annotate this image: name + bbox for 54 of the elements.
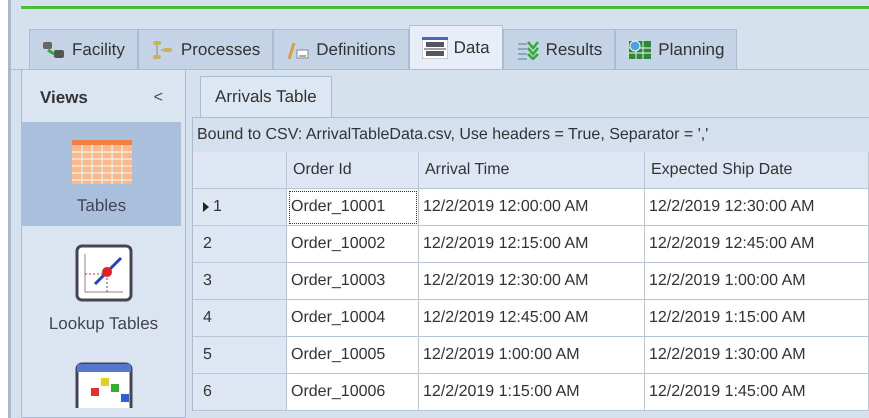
table-cell: 12/2/2019 12:30:00 AM [419, 263, 645, 300]
checkmarks-icon [516, 40, 540, 60]
calendar-icon [628, 40, 652, 60]
table-cell: 12/2/2019 12:00:00 AM [419, 189, 645, 226]
table-cell: 12/2/2019 1:15:00 AM [419, 374, 645, 411]
column-header[interactable]: Order Id [287, 152, 419, 189]
row-header[interactable]: 3 [193, 263, 287, 300]
numbers-icon [422, 37, 448, 59]
table-cell: 12/2/2019 12:15:00 AM [419, 226, 645, 263]
ribbon-tab[interactable]: Facility [29, 29, 138, 70]
pencil-icon [286, 40, 310, 60]
row-number: 2 [203, 235, 212, 253]
table-cell: Order_10002 [287, 226, 419, 263]
collapse-button[interactable]: < [154, 89, 163, 107]
panel-title: Views [40, 88, 88, 108]
table-cell: Order_10004 [287, 300, 419, 337]
ribbon-tab[interactable]: Results [502, 29, 616, 70]
ribbon-tab[interactable]: Definitions [273, 29, 409, 70]
row-header[interactable]: 6 [193, 374, 287, 411]
table-cell: 12/2/2019 1:30:00 AM [645, 337, 869, 374]
table-cell: 12/2/2019 1:00:00 AM [419, 337, 645, 374]
line-graph-icon [74, 244, 132, 302]
row-number: 6 [203, 383, 212, 401]
view-item[interactable]: Lookup Tables [22, 226, 185, 344]
row-header[interactable]: 1 [193, 189, 287, 226]
table-cell: 12/2/2019 1:00:00 AM [645, 263, 869, 300]
table-cell: 12/2/2019 12:45:00 AM [419, 300, 645, 337]
row-header[interactable]: 4 [193, 300, 287, 337]
table-cell: Order_10006 [287, 374, 419, 411]
table-grid-icon [72, 140, 132, 184]
row-number: 1 [213, 198, 222, 216]
row-header[interactable]: 2 [193, 226, 287, 263]
ribbon-tab[interactable]: Planning [615, 29, 738, 70]
column-header[interactable]: Expected Ship Date [645, 152, 869, 189]
column-header[interactable]: Arrival Time [419, 152, 645, 189]
table-cell: 12/2/2019 12:45:00 AM [645, 226, 869, 263]
machines-icon [42, 40, 66, 60]
row-number: 4 [203, 309, 212, 327]
document-tab[interactable]: Arrivals Table [200, 76, 332, 117]
table-cell: Order_10005 [287, 337, 419, 374]
table-cell: Order_10001 [287, 189, 419, 226]
row-number: 5 [203, 346, 212, 364]
view-item[interactable]: Tables [22, 122, 181, 226]
table-cell: 12/2/2019 1:45:00 AM [645, 374, 869, 411]
table-cell: 12/2/2019 12:30:00 AM [645, 189, 869, 226]
row-number: 3 [203, 272, 212, 290]
ribbon-tab[interactable]: Processes [138, 29, 274, 70]
current-row-icon [203, 202, 209, 212]
ribbon-tab[interactable]: Data [408, 25, 503, 70]
table-cell: Order_10003 [287, 263, 419, 300]
chart-window-icon [74, 362, 132, 408]
row-header[interactable]: 5 [193, 337, 287, 374]
table-cell: 12/2/2019 1:15:00 AM [645, 300, 869, 337]
flow-icon [150, 40, 175, 60]
